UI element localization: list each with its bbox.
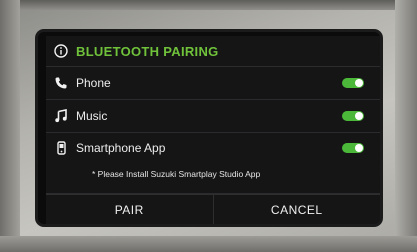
bluetooth-pairing-dialog: BLUETOOTH PAIRING Phone Music Smartphone… [46, 36, 380, 224]
item-label-smartphone-app: Smartphone App [76, 141, 166, 155]
smartphone-icon [46, 141, 76, 155]
music-icon [46, 109, 76, 123]
dialog-title: BLUETOOTH PAIRING [76, 43, 219, 59]
phone-toggle[interactable] [342, 78, 364, 88]
dashboard-frame-right [395, 0, 417, 252]
item-label-music: Music [76, 109, 108, 123]
infotainment-screen: BLUETOOTH PAIRING Phone Music Smartphone… [38, 32, 380, 224]
list-item-phone[interactable]: Phone [46, 67, 380, 100]
smartphone-app-toggle[interactable] [342, 143, 364, 153]
phone-icon [46, 76, 76, 90]
list-item-smartphone-app[interactable]: Smartphone App [46, 133, 380, 194]
pair-button[interactable]: PAIR [46, 195, 213, 224]
item-label-phone: Phone [76, 76, 111, 90]
dialog-button-bar: PAIR CANCEL [46, 194, 380, 224]
music-toggle[interactable] [342, 111, 364, 121]
dialog-header: BLUETOOTH PAIRING [46, 36, 380, 67]
dashboard-frame-left [0, 0, 20, 252]
dashboard-frame-bottom [0, 236, 417, 252]
list-item-music[interactable]: Music [46, 100, 380, 133]
install-note: * Please Install Suzuki Smartplay Studio… [92, 169, 261, 179]
dashboard-frame-top [0, 0, 417, 10]
cancel-button[interactable]: CANCEL [212, 195, 381, 224]
info-icon [46, 44, 76, 58]
